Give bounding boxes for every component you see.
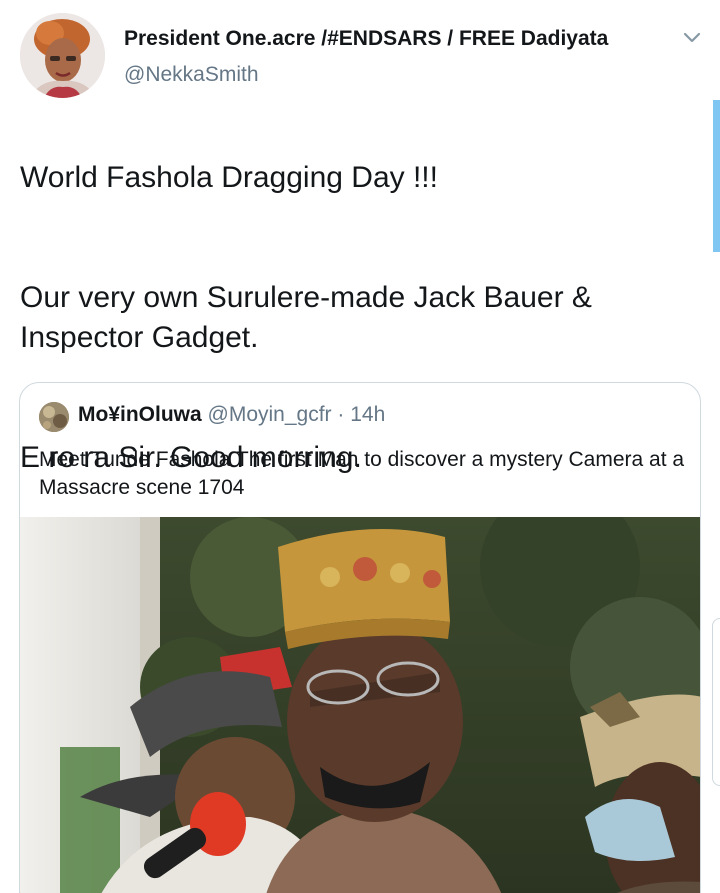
side-panel-tab[interactable]	[712, 618, 720, 786]
quoted-author-name[interactable]: Mo¥inOluwa	[78, 403, 202, 426]
scrollbar-accent[interactable]	[713, 100, 720, 252]
chevron-down-icon[interactable]	[682, 28, 702, 48]
quoted-author-avatar[interactable]	[39, 402, 69, 432]
quoted-photo[interactable]	[20, 517, 700, 893]
separator-dot: ·	[337, 403, 345, 426]
quoted-header: Mo¥inOluwa @Moyin_gcfr · 14h	[78, 403, 385, 427]
tweet-paragraph: Our very own Surulere-made Jack Bauer & …	[20, 281, 592, 354]
author-avatar[interactable]	[20, 13, 105, 98]
quoted-author-handle[interactable]: @Moyin_gcfr	[208, 403, 332, 426]
author-handle[interactable]: @NekkaSmith	[124, 63, 259, 87]
quoted-timestamp[interactable]: 14h	[350, 403, 385, 426]
quoted-text: Meet Tunde Fashola The first Man to disc…	[39, 448, 685, 499]
author-name[interactable]: President One.acre /#ENDSARS / FREE Dadi…	[124, 27, 608, 51]
author-avatar-image	[20, 13, 105, 98]
quoted-tweet[interactable]: Mo¥inOluwa @Moyin_gcfr · 14h Meet Tunde …	[19, 382, 701, 893]
tweet: President One.acre /#ENDSARS / FREE Dadi…	[0, 0, 720, 893]
tweet-paragraph: World Fashola Dragging Day !!!	[20, 161, 438, 194]
